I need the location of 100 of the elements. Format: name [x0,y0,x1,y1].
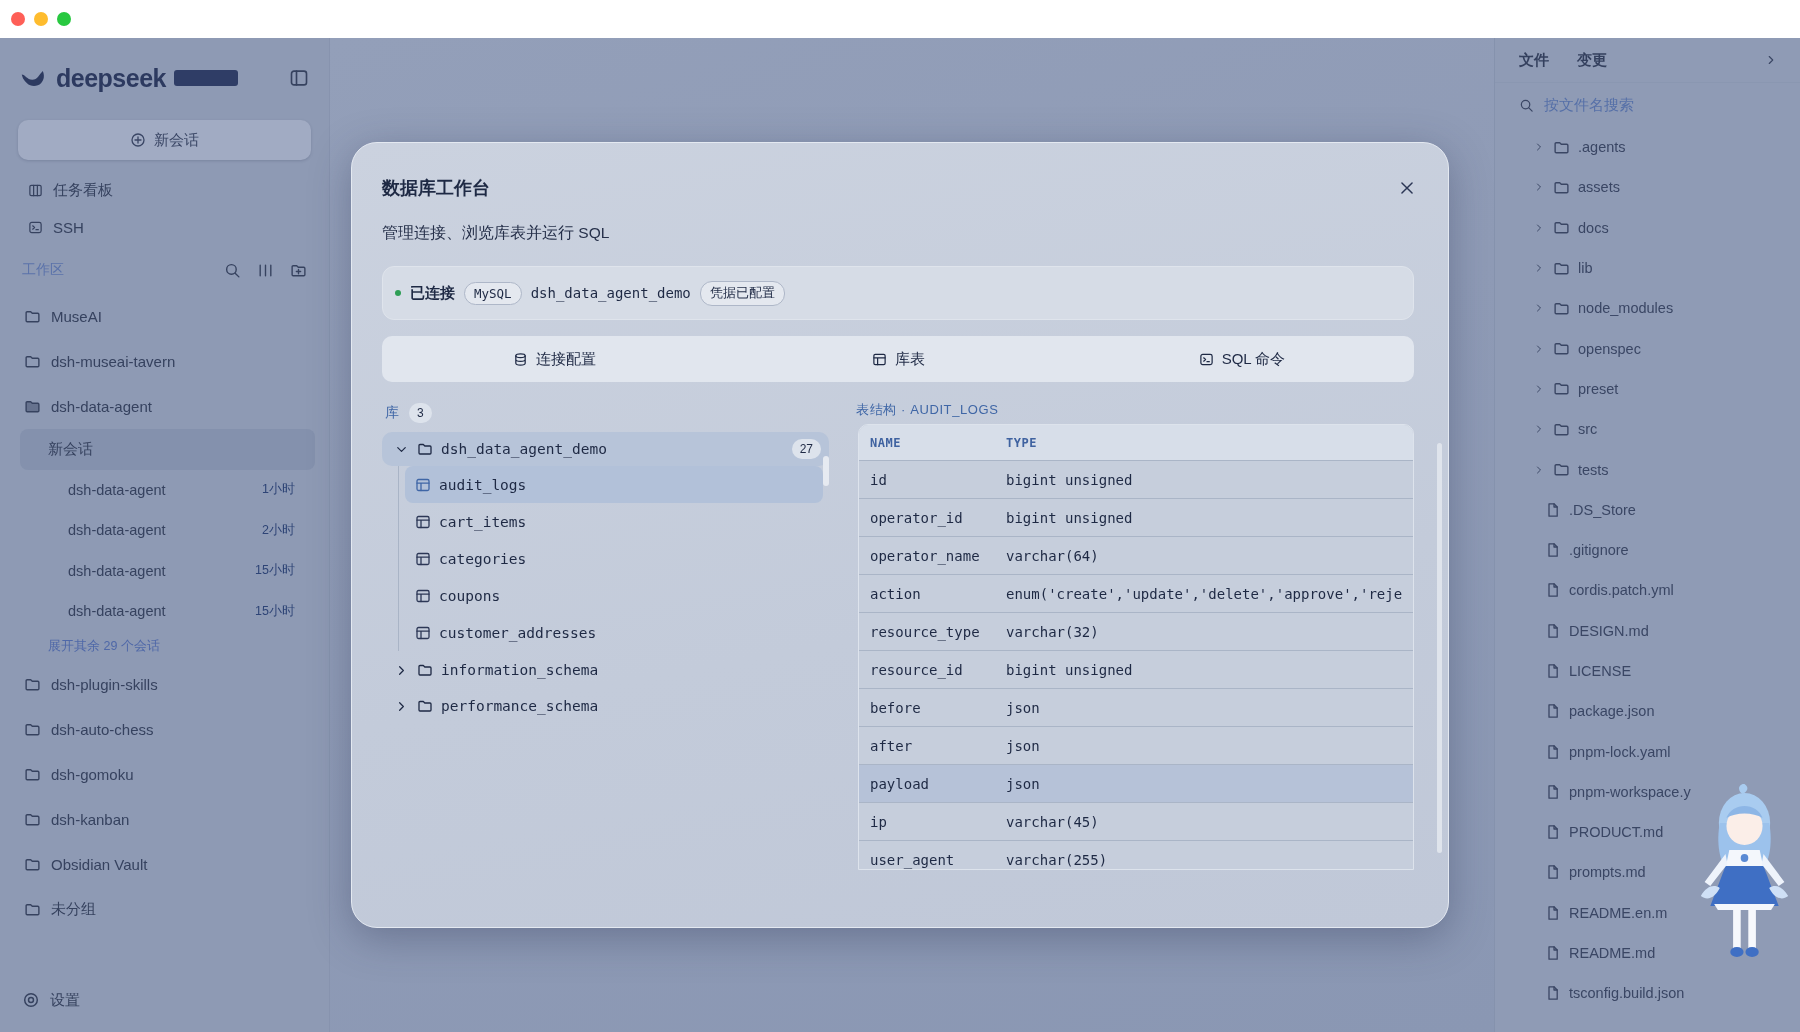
file-item[interactable]: tests [1578,461,1609,478]
panel-tab[interactable]: 文件 [1519,50,1549,70]
table-cell-text: resource_id [870,661,964,678]
zoom-window-button[interactable] [57,12,71,26]
file-icon [1545,582,1561,599]
database-name: information_schema [441,662,600,678]
session-item[interactable]: dsh-data-agent 15小时 [20,591,315,632]
table-icon [415,550,431,567]
plus-icon [130,132,146,148]
file-item[interactable]: src [1578,421,1598,438]
minimize-window-button[interactable] [34,12,48,26]
close-window-button[interactable] [11,12,25,26]
file-icon [1545,663,1561,679]
file-item[interactable]: .agents [1578,139,1626,156]
status-label: 已连接 [410,283,455,303]
file-item[interactable]: package.json [1569,703,1655,720]
folder-icon [417,698,433,714]
workspace-item[interactable]: dsh-museai-tavern [51,353,176,370]
table-row[interactable]: ip varchar(45) [859,803,1413,841]
file-item[interactable]: LICENSE [1569,663,1632,679]
table-cell-text: varchar(255) [1006,851,1109,868]
folder-icon [1553,461,1570,478]
file-item[interactable]: PRODUCT.md [1569,824,1664,841]
file-item[interactable]: .gitignore [1569,542,1629,559]
table-row[interactable]: payload json [859,765,1413,803]
sidebar-toggle-icon [289,68,309,88]
table-cell-text: bigint unsigned [1006,509,1134,526]
database-row[interactable]: information_schema [382,653,829,687]
file-icon [1545,703,1561,720]
file-item[interactable]: pnpm-workspace.y [1569,783,1691,800]
tab[interactable]: 连接配置 [382,336,726,382]
workspace-item[interactable]: dsh-kanban [51,810,130,828]
tab[interactable]: 库表 [726,336,1070,382]
table-item[interactable]: audit_logs [405,466,823,503]
session-item[interactable]: dsh-data-agent 2小时 [20,510,315,551]
columns-icon [257,261,274,279]
file-item[interactable]: README.en.m [1569,904,1668,921]
table-cell-text: varchar(45) [1006,813,1100,830]
show-more-link[interactable]: 展开其余 29 个会话 [0,631,329,662]
file-icon [1545,783,1561,800]
table-cell-text: bigint unsigned [1006,661,1134,678]
table-row[interactable]: before json [859,689,1413,727]
table-item[interactable]: coupons [405,577,829,614]
version-badge [173,70,238,86]
workspace-item[interactable]: dsh-data-agent [51,398,152,415]
table-row[interactable]: after json [859,727,1413,765]
table-cell-text: action [870,585,922,602]
database-icon [512,351,528,367]
table-item[interactable]: categories [405,540,829,577]
file-item[interactable]: lib [1578,260,1593,277]
session-item[interactable]: 新会话 [20,429,315,470]
file-item[interactable]: pnpm-lock.yaml [1569,743,1671,760]
file-item[interactable]: DESIGN.md [1569,622,1649,639]
table-row[interactable]: resource_id bigint unsigned [859,651,1413,689]
table-cell-text: ip [870,813,888,830]
search-field[interactable]: 按文件名搜索 [1544,97,1744,113]
table-icon [871,351,887,367]
file-item[interactable]: docs [1578,219,1609,236]
file-item[interactable]: .DS_Store [1569,501,1636,518]
nav-item[interactable]: 任务看板 [53,181,113,200]
table-item[interactable]: customer_addresses [405,614,829,651]
dialog-subtitle: 管理连接、浏览库表并运行 SQL [382,223,611,243]
table-row[interactable]: user_agent varchar(255) [859,841,1413,869]
file-item[interactable]: prompts.md [1569,864,1646,881]
file-icon [1545,864,1561,881]
database-row[interactable]: dsh_data_agent_demo 27 [382,432,829,466]
file-item[interactable]: assets [1578,179,1620,196]
session-item[interactable]: dsh-data-agent 15小时 [20,550,315,591]
folder-icon [417,662,433,678]
workspace-item[interactable]: dsh-gomoku [51,765,134,783]
dialog-title: 数据库工作台 [382,177,491,200]
workspace-item[interactable]: dsh-plugin-skills [51,675,158,693]
tab[interactable]: SQL 命令 [1070,336,1414,382]
file-item[interactable]: openspec [1578,340,1641,357]
workspace-item[interactable]: 未分组 [51,899,96,919]
file-item[interactable]: cordis.patch.yml [1569,582,1674,599]
file-icon [1545,542,1561,559]
session-item[interactable]: dsh-data-agent 1小时 [20,469,315,510]
workspace-item[interactable]: MuseAI [51,308,102,325]
column-header: NAME [870,435,902,450]
file-item[interactable]: tsconfig.build.json [1569,985,1685,1002]
nav-item[interactable]: SSH [53,219,84,236]
table-cell-text: id [870,471,888,488]
table-row[interactable]: resource_type varchar(32) [859,613,1413,651]
session-time: 15小时 [255,602,295,620]
folder-icon [1553,219,1570,237]
database-row[interactable]: performance_schema [382,689,829,723]
workspace-item[interactable]: dsh-auto-chess [51,720,154,738]
settings-link[interactable]: 设置 [50,990,80,1010]
file-item[interactable]: README.md [1569,945,1656,962]
table-item[interactable]: cart_items [405,503,829,540]
file-item[interactable]: preset [1578,380,1619,397]
new-chat-button[interactable]: 新会话 [18,120,311,160]
panel-tab[interactable]: 变更 [1577,50,1607,70]
terminal-icon [1198,351,1214,367]
brand-name: deepseek [56,63,166,93]
workspace-item[interactable]: Obsidian Vault [51,855,148,873]
file-item[interactable]: node_modules [1578,300,1674,317]
table-cell-text: payload [870,775,930,792]
table-row[interactable]: action enum('create','update','delete','approve','reje [859,575,1413,613]
